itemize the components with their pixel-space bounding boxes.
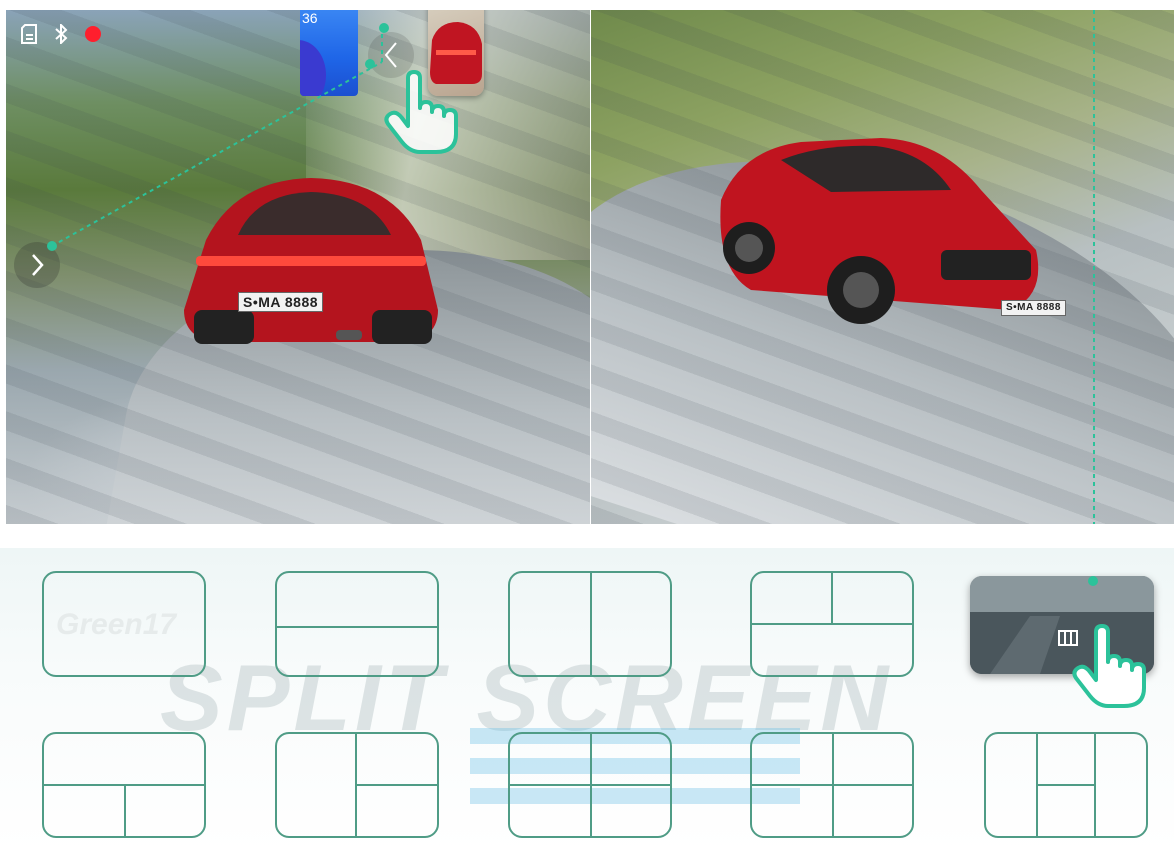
layout-vertical-two[interactable] xyxy=(508,571,672,677)
guide-lines xyxy=(47,10,1095,524)
layout-horizontal-two[interactable] xyxy=(275,571,439,677)
guide-dot xyxy=(1088,576,1098,586)
tap-hand-icon xyxy=(384,70,458,154)
layout-three-right-split[interactable] xyxy=(275,732,439,838)
layout-three-top-split[interactable] xyxy=(750,571,914,677)
layout-center-stack[interactable] xyxy=(984,732,1148,838)
split-screen-view: S•MA 8888 S•MA 8888 36 xyxy=(6,10,1174,524)
tap-hand-icon xyxy=(1072,624,1146,708)
layout-selector-panel: Green17 SPLIT SCREEN xyxy=(0,548,1174,852)
layout-quad-alt[interactable] xyxy=(750,732,914,838)
layout-three-bottom-split[interactable] xyxy=(42,732,206,838)
layout-quad[interactable] xyxy=(508,732,672,838)
layout-single[interactable] xyxy=(42,571,206,677)
